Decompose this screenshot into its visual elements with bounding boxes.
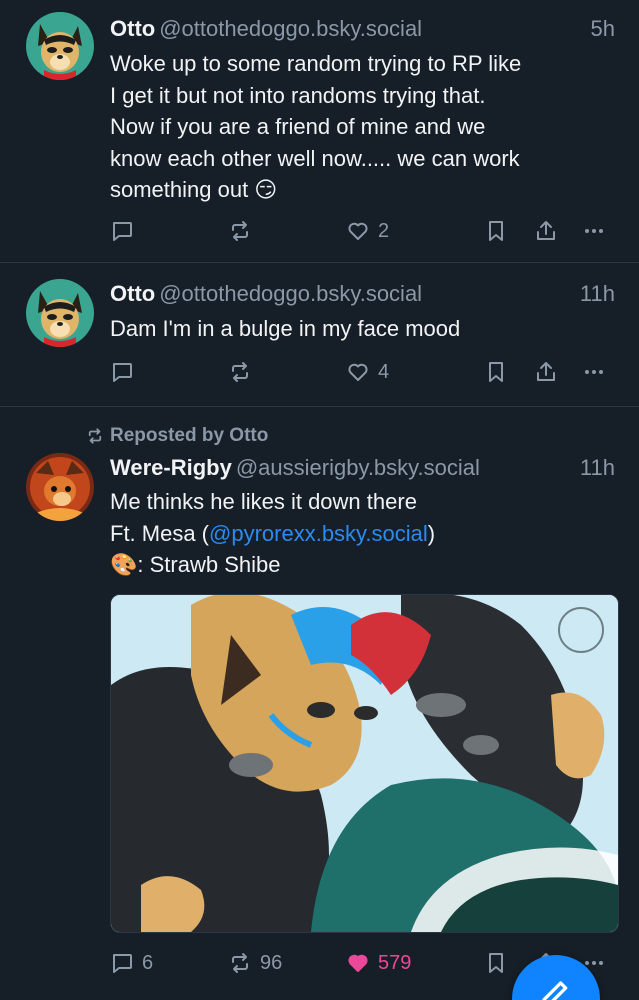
heart-icon xyxy=(348,222,368,240)
mention-link[interactable]: @pyrorexx.bsky.social xyxy=(209,521,428,546)
post[interactable]: Reposted by Otto Were-Rigby @aussierigby.… xyxy=(0,407,639,1000)
heart-icon xyxy=(348,954,368,972)
more-button[interactable] xyxy=(582,357,606,387)
text-segment: ) xyxy=(427,520,436,546)
post-header: Otto @ottothedoggo.bsky.social 11h xyxy=(110,279,615,309)
ellipsis-icon xyxy=(585,370,603,374)
post-text-line: Dam I'm in a bulge in my face mood xyxy=(110,316,461,341)
reply-button[interactable]: 6 xyxy=(110,948,153,978)
repost-arrows-icon xyxy=(88,428,102,444)
ellipsis-icon xyxy=(585,229,603,233)
share-icon xyxy=(537,362,555,381)
reply-button[interactable] xyxy=(110,216,134,246)
display-name[interactable]: Were-Rigby xyxy=(110,455,232,480)
avatar[interactable] xyxy=(26,279,94,347)
post-text: Me thinks he likes it down there Ft. Mes… xyxy=(110,486,615,581)
post-text-line: 🎨: Strawb Shibe xyxy=(110,549,615,581)
display-name[interactable]: Otto xyxy=(110,281,155,306)
share-button[interactable] xyxy=(534,357,558,387)
palette-emoji: 🎨 xyxy=(110,552,138,577)
reply-count: 6 xyxy=(142,951,154,974)
more-button[interactable] xyxy=(582,216,606,246)
heart-icon xyxy=(348,363,368,381)
post-actions: 2 xyxy=(110,216,615,246)
bookmark-icon xyxy=(489,221,503,241)
bookmark-icon xyxy=(489,362,503,382)
repost-arrows-icon xyxy=(232,221,248,241)
post-text-line: know each other well now..... we can wor… xyxy=(110,145,520,171)
repost-arrows-icon xyxy=(232,953,248,973)
bookmark-button[interactable] xyxy=(484,948,508,978)
repost-arrows-icon xyxy=(232,362,248,382)
post-header: Otto @ottothedoggo.bsky.social 5h xyxy=(110,14,615,44)
text-segment: Ft. Mesa ( xyxy=(110,520,210,546)
dog-avatar-icon xyxy=(26,12,94,80)
timestamp[interactable]: 5h xyxy=(591,14,615,44)
speech-bubble-icon xyxy=(113,222,132,241)
post-text-line: Now if you are a friend of mine and we xyxy=(110,114,486,139)
share-icon xyxy=(537,221,555,240)
post[interactable]: Otto @ottothedoggo.bsky.social 5h Woke up… xyxy=(0,0,639,263)
compose-pencil-icon xyxy=(542,981,568,1000)
avatar[interactable] xyxy=(26,453,94,521)
like-count: 579 xyxy=(378,951,412,974)
like-button[interactable]: 579 xyxy=(346,948,411,978)
handle[interactable]: @aussierigby.bsky.social xyxy=(236,455,480,480)
like-count: 2 xyxy=(378,219,390,242)
repost-label: Reposted by Otto xyxy=(110,425,269,446)
post-text: Woke up to some random trying to RP like… xyxy=(110,48,615,206)
post-text-line: Woke up to some random trying to RP like xyxy=(110,51,522,76)
text-segment: : Strawb Shibe xyxy=(137,552,281,577)
timestamp[interactable]: 11h xyxy=(580,453,615,483)
post-image[interactable] xyxy=(110,594,619,933)
avatar[interactable] xyxy=(26,12,94,80)
like-button[interactable]: 2 xyxy=(346,216,389,246)
dog-avatar-icon xyxy=(26,279,94,347)
like-button[interactable]: 4 xyxy=(346,357,389,387)
speech-bubble-icon xyxy=(113,363,132,382)
post-text-line: I get it but not into randoms trying tha… xyxy=(110,82,486,108)
fox-avatar-icon xyxy=(26,453,94,521)
display-name[interactable]: Otto xyxy=(110,16,155,41)
artwork-illustration xyxy=(111,595,618,932)
post-text-line: Ft. Mesa (@pyrorexx.bsky.social) xyxy=(110,518,615,550)
repost-button[interactable] xyxy=(228,216,252,246)
post[interactable]: Otto @ottothedoggo.bsky.social 11h Dam I'… xyxy=(0,263,639,407)
speech-bubble-icon xyxy=(113,954,132,973)
bookmark-button[interactable] xyxy=(484,216,508,246)
like-count: 4 xyxy=(378,360,390,383)
post-actions: 4 xyxy=(110,357,615,387)
post-text-line: something out 😏 xyxy=(110,177,278,202)
reply-button[interactable] xyxy=(110,357,134,387)
repost-button[interactable]: 96 xyxy=(228,948,282,978)
share-button[interactable] xyxy=(534,216,558,246)
handle[interactable]: @ottothedoggo.bsky.social xyxy=(159,281,422,306)
bookmark-icon xyxy=(489,953,503,973)
post-text: Dam I'm in a bulge in my face mood xyxy=(110,313,615,345)
repost-button[interactable] xyxy=(228,357,252,387)
feed: Otto @ottothedoggo.bsky.social 5h Woke up… xyxy=(0,0,639,1000)
repost-indicator[interactable]: Reposted by Otto xyxy=(86,423,268,449)
post-text-line: Me thinks he likes it down there xyxy=(110,489,417,514)
handle[interactable]: @ottothedoggo.bsky.social xyxy=(159,16,422,41)
timestamp[interactable]: 11h xyxy=(580,279,615,309)
post-header: Were-Rigby @aussierigby.bsky.social 11h xyxy=(110,453,615,483)
repost-count: 96 xyxy=(260,951,283,974)
bookmark-button[interactable] xyxy=(484,357,508,387)
